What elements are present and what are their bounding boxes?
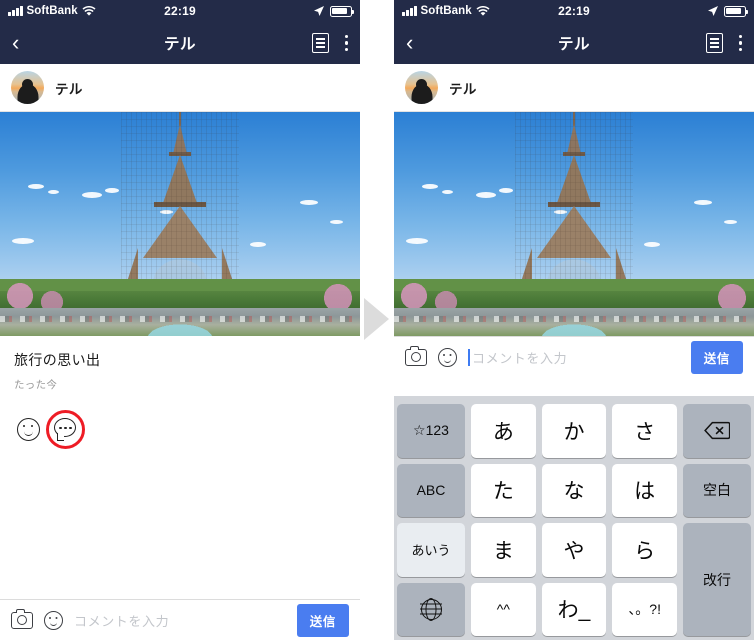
text-caret: [468, 348, 470, 366]
cloud: [82, 192, 102, 198]
keyboard-grid: ☆123 あ か さ ABC た な は 空白 あいう ま や ら 改行 ^^ …: [397, 404, 751, 636]
clock-label: 22:19: [164, 4, 196, 18]
post-author-row[interactable]: テル: [0, 64, 360, 112]
comparison-stage: SoftBank 22:19 ‹ テル テル 旅行の思い出 たった今 コメントを…: [0, 0, 754, 640]
page-title: テル: [163, 36, 196, 53]
sticker-smiley-icon[interactable]: [438, 347, 457, 367]
cloud: [724, 220, 737, 224]
fountain: [536, 322, 612, 336]
japanese-kana-keyboard: ☆123 あ か さ ABC た な は 空白 あいう ま や ら 改行 ^^ …: [394, 396, 754, 640]
globe-icon[interactable]: [397, 582, 465, 636]
cloud: [105, 188, 119, 193]
avatar[interactable]: [405, 71, 438, 104]
author-name: テル: [55, 81, 83, 97]
key-wa[interactable]: わ_: [541, 582, 607, 636]
key-ra[interactable]: ら: [612, 523, 677, 577]
nav-bar: ‹ テル: [394, 22, 754, 64]
comment-bar: コメントを入力 送信: [0, 599, 360, 640]
cloud: [48, 190, 59, 194]
cloud: [644, 242, 660, 247]
key-punctuation[interactable]: 、。?!: [612, 582, 677, 636]
delete-icon[interactable]: [682, 404, 751, 458]
back-button[interactable]: ‹: [12, 32, 36, 54]
cloud: [476, 192, 496, 198]
send-button[interactable]: 送信: [690, 340, 743, 374]
cloud: [406, 238, 428, 244]
post-actions: [14, 410, 346, 449]
key-ma[interactable]: ま: [471, 523, 536, 577]
comment-bar-focused: コメントを入力 送信: [394, 336, 754, 377]
key-ka[interactable]: か: [541, 404, 607, 458]
clock-label: 22:19: [558, 4, 590, 18]
comment-bubble-icon: [54, 418, 76, 441]
status-bar: SoftBank 22:19: [394, 0, 754, 22]
more-vertical-icon[interactable]: [738, 35, 742, 51]
key-symbols[interactable]: ☆123: [397, 404, 465, 458]
comment-placeholder: コメントを入力: [472, 350, 568, 366]
key-kana-mode[interactable]: あいう: [397, 523, 465, 577]
key-na[interactable]: な: [541, 463, 607, 517]
avatar[interactable]: [11, 71, 44, 104]
nav-bar: ‹ テル: [0, 22, 360, 64]
list-icon[interactable]: [705, 33, 723, 53]
key-space[interactable]: 空白: [682, 463, 751, 517]
sticker-smiley-icon[interactable]: [44, 610, 63, 630]
comment-button[interactable]: [46, 410, 85, 449]
post-body: 旅行の思い出 たった今: [0, 336, 360, 449]
phone-screen-after: SoftBank 22:19 ‹ テル テル コメントを入力 送信 ☆123 あ…: [394, 0, 754, 640]
phone-screen-before: SoftBank 22:19 ‹ テル テル 旅行の思い出 たった今 コメントを…: [0, 0, 360, 640]
key-abc[interactable]: ABC: [397, 463, 465, 517]
nav-actions: [705, 33, 742, 53]
battery-icon: [330, 5, 355, 17]
key-ya[interactable]: や: [541, 523, 607, 577]
author-name: テル: [449, 81, 477, 97]
post-title: 旅行の思い出: [14, 352, 101, 368]
key-a[interactable]: あ: [471, 404, 536, 458]
step-arrow-icon: [364, 298, 389, 340]
post-author-row[interactable]: テル: [394, 64, 754, 112]
key-sa[interactable]: さ: [612, 404, 677, 458]
fountain: [142, 322, 218, 336]
cloud: [250, 242, 266, 247]
avatar-silhouette: [411, 84, 432, 104]
nav-actions: [311, 33, 348, 53]
comment-placeholder: コメントを入力: [74, 613, 170, 629]
list-icon[interactable]: [311, 33, 329, 53]
camera-icon[interactable]: [11, 608, 33, 629]
cloud: [442, 190, 453, 194]
eiffel-tower: [515, 112, 633, 288]
cloud: [12, 238, 34, 244]
cloud: [28, 184, 44, 189]
transition-gap: [360, 0, 394, 640]
send-button[interactable]: 送信: [296, 603, 349, 637]
key-ha[interactable]: は: [612, 463, 677, 517]
cloud: [300, 200, 318, 205]
camera-icon[interactable]: [405, 345, 427, 366]
comment-input[interactable]: コメントを入力: [74, 600, 286, 640]
page-title: テル: [557, 36, 590, 53]
cloud: [330, 220, 343, 224]
cloud: [694, 200, 712, 205]
post-timestamp: たった今: [14, 379, 58, 391]
cloud: [422, 184, 438, 189]
like-button[interactable]: [17, 418, 40, 441]
avatar-silhouette: [17, 84, 38, 104]
eiffel-tower: [121, 112, 239, 288]
key-return[interactable]: 改行: [682, 523, 751, 636]
comment-input[interactable]: コメントを入力: [468, 337, 680, 377]
more-vertical-icon[interactable]: [344, 35, 348, 51]
key-ta[interactable]: た: [471, 463, 536, 517]
battery-icon: [724, 5, 749, 17]
cloud: [499, 188, 513, 193]
post-photo[interactable]: [394, 112, 754, 336]
back-button[interactable]: ‹: [406, 32, 430, 54]
key-emoticon[interactable]: ^^: [471, 582, 536, 636]
smiley-icon: [17, 418, 40, 441]
post-photo[interactable]: [0, 112, 360, 336]
status-bar: SoftBank 22:19: [0, 0, 360, 22]
